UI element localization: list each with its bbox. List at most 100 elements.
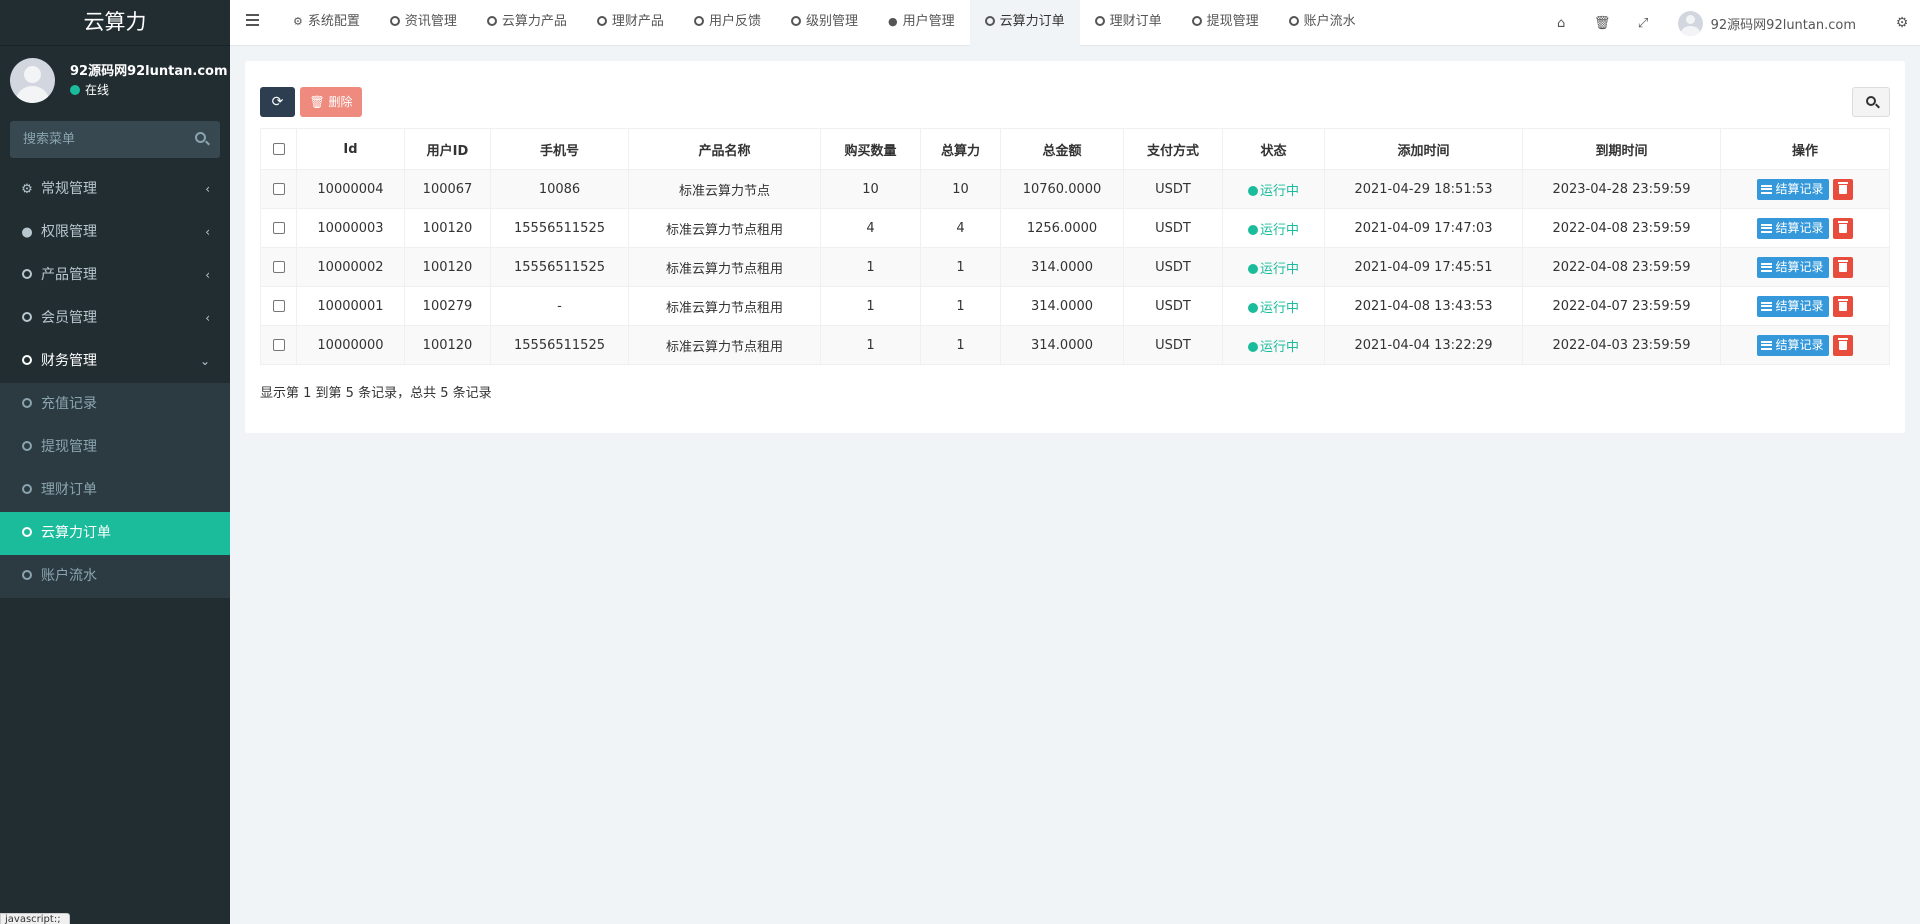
sidebar-item-wealth-orders[interactable]: 理财订单 [0, 469, 230, 512]
menu-toggle-icon[interactable] [246, 14, 259, 26]
settlement-records-button[interactable]: 结算记录 [1757, 217, 1829, 239]
tab-label: 云算力产品 [501, 14, 567, 29]
sidebar-item-account-flow[interactable]: 账户流水 [0, 555, 230, 598]
settlement-records-button[interactable]: 结算记录 [1757, 295, 1829, 317]
users-icon: ● [21, 225, 33, 240]
sidebar-item-finance[interactable]: 财务管理 ⌄ [0, 340, 230, 383]
cell-added: 2021-04-09 17:45:51 [1324, 247, 1523, 287]
tab-wealth-orders[interactable]: 理财订单 [1080, 0, 1177, 46]
col-qty[interactable]: 购买数量 [820, 128, 921, 170]
row-delete-button[interactable] [1832, 295, 1853, 317]
sidebar-item-members[interactable]: 会员管理 ‹ [0, 297, 230, 340]
row-delete-button[interactable] [1832, 334, 1853, 356]
sidebar-item-cloud-orders[interactable]: 云算力订单 [0, 512, 230, 555]
col-product[interactable]: 产品名称 [628, 128, 821, 170]
menu-search-input[interactable] [10, 121, 190, 158]
tab-feedback[interactable]: 用户反馈 [679, 0, 776, 46]
col-expire[interactable]: 到期时间 [1522, 128, 1721, 170]
sidebar-item-label: 财务管理 [41, 353, 97, 369]
row-checkbox[interactable] [272, 222, 285, 234]
trash-icon [1837, 181, 1848, 194]
col-phone[interactable]: 手机号 [490, 128, 629, 170]
list-icon [1761, 184, 1773, 194]
col-status[interactable]: 状态 [1222, 128, 1325, 170]
cell-actions: 结算记录 [1720, 208, 1890, 248]
refresh-button[interactable]: ⟳ [260, 87, 295, 117]
table-header-row: Id 用户ID 手机号 产品名称 购买数量 总算力 总金额 支付方式 状态 添加… [260, 128, 1890, 170]
sidebar-item-label: 充值记录 [41, 396, 97, 412]
tab-users[interactable]: ● 用户管理 [873, 0, 970, 46]
home-icon[interactable]: ⌂ [1541, 16, 1582, 31]
tab-label: 级别管理 [805, 14, 858, 29]
avatar[interactable] [1677, 10, 1703, 36]
user-icon: ● [887, 15, 898, 28]
tab-wealth-products[interactable]: 理财产品 [582, 0, 679, 46]
cell-amount: 314.0000 [1000, 325, 1124, 365]
trash-icon[interactable]: 🗑 [1582, 16, 1623, 31]
nav-tabs: ⚙ 系统配置 资讯管理 云算力产品 理财产品 用户反馈 级别管理 ● 用户管理 云算… [278, 0, 1371, 46]
sidebar-item-withdraw[interactable]: 提现管理 [0, 426, 230, 469]
brand-logo[interactable]: 云算力 [0, 0, 230, 46]
col-pay[interactable]: 支付方式 [1123, 128, 1223, 170]
settlement-records-button[interactable]: 结算记录 [1757, 178, 1829, 200]
cell-expire: 2022-04-03 23:59:59 [1522, 325, 1721, 365]
gears-icon[interactable]: ⚙ [1884, 15, 1920, 31]
row-checkbox[interactable] [272, 300, 285, 312]
tab-cloud-products[interactable]: 云算力产品 [472, 0, 582, 46]
sidebar-item-permissions[interactable]: ● 权限管理 ‹ [0, 211, 230, 254]
status-bar-tooltip: javascript:; [0, 913, 70, 924]
sidebar-item-recharge[interactable]: 充值记录 [0, 383, 230, 426]
tab-news[interactable]: 资讯管理 [375, 0, 472, 46]
select-all-checkbox[interactable] [272, 143, 285, 155]
cell-added: 2021-04-09 17:47:03 [1324, 208, 1523, 248]
cell-pay: USDT [1123, 169, 1223, 209]
tab-levels[interactable]: 级别管理 [776, 0, 873, 46]
col-added[interactable]: 添加时间 [1324, 128, 1523, 170]
col-amount[interactable]: 总金额 [1000, 128, 1124, 170]
tab-label: 用户反馈 [708, 14, 761, 29]
tab-account-flow[interactable]: 账户流水 [1274, 0, 1371, 46]
sidebar-item-products[interactable]: 产品管理 ‹ [0, 254, 230, 297]
cell-amount: 10760.0000 [1000, 169, 1124, 209]
row-delete-button[interactable] [1832, 178, 1853, 200]
tab-withdraw[interactable]: 提现管理 [1177, 0, 1274, 46]
circle-icon [486, 0, 497, 43]
circle-icon [984, 0, 995, 43]
cell-expire: 2023-04-28 23:59:59 [1522, 169, 1721, 209]
row-checkbox[interactable] [272, 261, 285, 273]
status-text: 运行中 [1259, 300, 1299, 316]
col-id[interactable]: Id [296, 128, 405, 170]
cell-phone: - [490, 286, 629, 326]
sidebar-item-general[interactable]: ⚙ 常规管理 ‹ [0, 168, 230, 211]
search-toggle-button[interactable] [1852, 87, 1890, 117]
search-icon[interactable] [195, 132, 206, 143]
col-actions: 操作 [1720, 128, 1890, 170]
gear-icon: ⚙ [293, 15, 303, 28]
top-user-name[interactable]: 92源码网92luntan.com [1711, 14, 1856, 33]
status-text: 运行中 [1259, 222, 1299, 238]
row-delete-button[interactable] [1832, 256, 1853, 278]
cell-pay: USDT [1123, 208, 1223, 248]
chevron-left-icon: ‹ [205, 182, 210, 196]
cell-status: 运行中 [1222, 208, 1325, 248]
fullscreen-icon[interactable]: ⤢ [1623, 16, 1664, 31]
settlement-records-button[interactable]: 结算记录 [1757, 256, 1829, 278]
cell-phone: 15556511525 [490, 247, 629, 287]
row-delete-button[interactable] [1832, 217, 1853, 239]
row-checkbox[interactable] [272, 183, 285, 195]
search-icon [1866, 96, 1876, 106]
col-power[interactable]: 总算力 [920, 128, 1001, 170]
delete-button[interactable]: 🗑 删除 [300, 87, 362, 117]
cell-status: 运行中 [1222, 247, 1325, 287]
row-checkbox[interactable] [272, 339, 285, 351]
cell-product: 标准云算力节点租用 [628, 208, 821, 248]
cell-amount: 314.0000 [1000, 247, 1124, 287]
col-user-id[interactable]: 用户ID [404, 128, 491, 170]
tab-cloud-orders[interactable]: 云算力订单 [969, 0, 1080, 46]
tab-system-config[interactable]: ⚙ 系统配置 [278, 0, 375, 46]
settlement-records-button[interactable]: 结算记录 [1757, 334, 1829, 356]
settlement-label: 结算记录 [1775, 220, 1824, 235]
menu-search [10, 121, 220, 158]
select-all-cell [260, 128, 297, 170]
cell-status: 运行中 [1222, 325, 1325, 365]
